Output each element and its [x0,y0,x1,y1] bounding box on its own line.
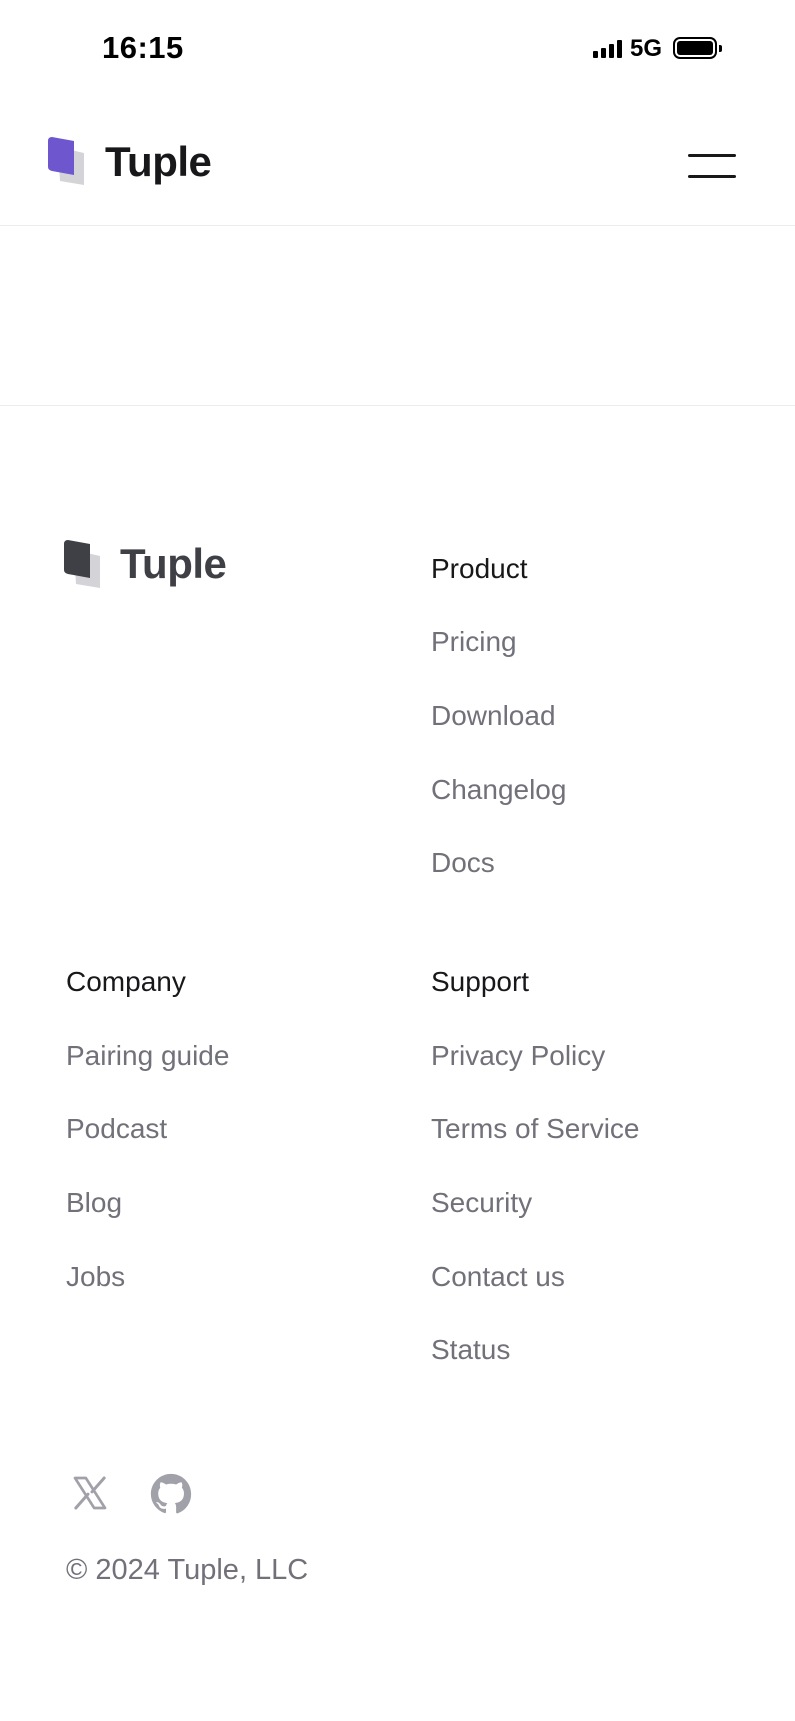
tuple-logo-icon[interactable] [48,137,86,185]
company-heading: Company [66,966,186,997]
tuple-logo-icon[interactable] [64,540,102,588]
footer-link-terms-of-service[interactable]: Terms of Service [431,1113,640,1145]
product-heading: Product [431,553,528,584]
footer-link-changelog[interactable]: Changelog [431,774,566,806]
brand-name[interactable]: Tuple [105,138,212,186]
footer-link-privacy-policy[interactable]: Privacy Policy [431,1040,605,1072]
footer-link-status[interactable]: Status [431,1334,510,1366]
hamburger-menu-icon[interactable] [684,150,740,182]
footer-link-podcast[interactable]: Podcast [66,1113,167,1145]
signal-bars-icon [593,40,623,58]
footer-link-download[interactable]: Download [431,700,556,732]
footer-brand-name: Tuple [120,540,227,587]
support-heading: Support [431,966,530,997]
battery-icon [673,37,722,59]
footer-link-pricing[interactable]: Pricing [431,626,517,658]
x-icon[interactable] [70,1473,112,1515]
github-icon[interactable] [150,1473,192,1515]
footer-link-blog[interactable]: Blog [66,1187,122,1219]
section-divider [0,405,795,406]
header-divider [0,225,795,226]
footer-link-docs[interactable]: Docs [431,847,495,879]
footer-link-jobs[interactable]: Jobs [66,1261,125,1293]
network-type: 5G [630,35,663,62]
footer-link-contact-us[interactable]: Contact us [431,1261,565,1293]
footer-link-security[interactable]: Security [431,1187,532,1219]
footer-link-pairing-guide[interactable]: Pairing guide [66,1040,229,1072]
copyright-text: © 2024 Tuple, LLC [66,1554,309,1586]
status-time: 16:15 [102,30,184,65]
